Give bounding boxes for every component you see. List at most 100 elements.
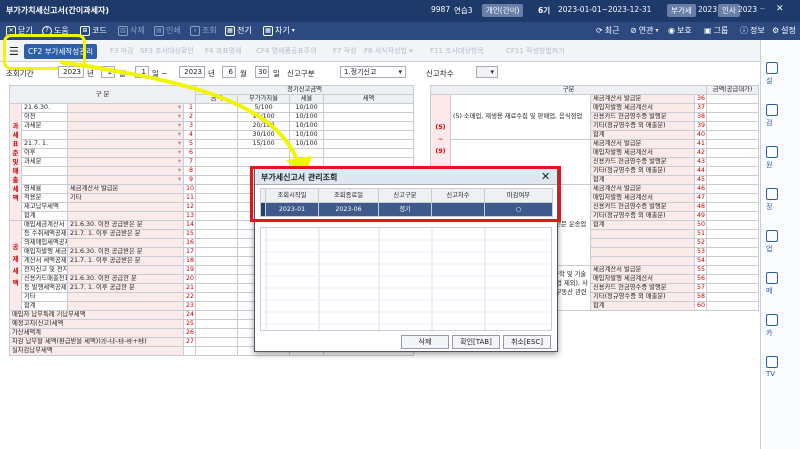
amount-cell[interactable]	[195, 211, 239, 221]
tax-cell[interactable]	[323, 112, 415, 122]
amount-cell[interactable]	[195, 193, 239, 203]
right-amount-cell[interactable]	[706, 202, 760, 212]
amount-cell[interactable]	[195, 283, 239, 293]
row-sub-label[interactable]: ▾	[67, 103, 184, 113]
right-amount-cell[interactable]	[706, 283, 760, 293]
report-type-select[interactable]: 1.정기신고 ▾	[340, 66, 406, 78]
right-amount-cell[interactable]	[706, 220, 760, 230]
right-amount-cell[interactable]	[706, 211, 760, 221]
amount-cell[interactable]	[195, 247, 239, 257]
right-amount-cell[interactable]	[706, 184, 760, 194]
row-sub-label[interactable]	[67, 202, 184, 212]
view-button[interactable]: ⌕ 조회	[190, 25, 217, 36]
row-sub-label[interactable]: 기타	[67, 193, 184, 203]
notice-button[interactable]: CF4 명세품공표주의	[256, 46, 317, 56]
sidebar-item[interactable]: 카	[766, 314, 798, 338]
row-sub-label[interactable]: 세금계산서 발급분	[67, 184, 184, 194]
row-sub-label[interactable]	[67, 301, 184, 311]
amount-cell[interactable]	[195, 130, 239, 140]
amount-cell[interactable]	[195, 121, 239, 131]
right-amount-cell[interactable]	[706, 193, 760, 203]
amount-cell[interactable]	[195, 310, 239, 320]
sidebar-item[interactable]: 정	[766, 188, 798, 212]
right-amount-cell[interactable]	[706, 121, 760, 131]
row-sub-label[interactable]: 21.6.30. 이전 공급받은 분	[67, 220, 184, 230]
print-button[interactable]: ▤ 인쇄	[154, 25, 181, 36]
next-button[interactable]: ▦ 차기 ▾	[263, 25, 295, 36]
amount-cell[interactable]	[195, 112, 239, 122]
audit-items-button[interactable]: F11 조사대상항목	[430, 46, 484, 56]
year-to-input[interactable]: 2023	[179, 66, 205, 78]
tax-cell[interactable]	[323, 121, 415, 131]
write-button[interactable]: F7 작성	[333, 46, 357, 56]
info-button[interactable]: ⓘ 정보	[740, 25, 765, 36]
amount-cell[interactable]	[195, 148, 239, 158]
right-amount-cell[interactable]	[706, 166, 760, 176]
amount-cell[interactable]	[195, 274, 239, 284]
right-amount-cell[interactable]	[706, 238, 760, 248]
tax-cell[interactable]	[323, 130, 415, 140]
sidebar-item[interactable]: TV	[766, 356, 798, 378]
row-sub-label[interactable]: ▾	[67, 130, 184, 140]
day-to-input[interactable]: 30	[255, 66, 269, 78]
sidebar-item[interactable]: 원	[766, 146, 798, 170]
row-sub-label[interactable]: ▾	[67, 166, 184, 176]
delete-button[interactable]: ▥ 삭제	[118, 25, 145, 36]
tax-cell[interactable]	[323, 103, 415, 113]
row-sub-label[interactable]: ▾	[67, 139, 184, 149]
group-button[interactable]: ▣ 그룹	[704, 25, 728, 36]
settings-button[interactable]: ⚙ 설정	[772, 25, 796, 36]
tax-base-button[interactable]: F4 과표명세	[205, 46, 241, 56]
amount-cell[interactable]	[195, 229, 239, 239]
close-period-button[interactable]: F3 마감	[110, 46, 134, 56]
right-amount-cell[interactable]	[706, 274, 760, 284]
sidebar-item[interactable]: 설	[766, 62, 798, 86]
amount-cell[interactable]	[195, 256, 239, 266]
amount-cell[interactable]	[195, 328, 239, 338]
amount-cell[interactable]	[195, 139, 239, 149]
year-from-input[interactable]: 2023	[58, 66, 84, 78]
amount-cell[interactable]	[195, 238, 239, 248]
amount-cell[interactable]	[195, 346, 239, 356]
amount-cell[interactable]	[195, 220, 239, 230]
prev-button[interactable]: ▦ 전기	[225, 25, 252, 36]
row-sub-label[interactable]	[67, 238, 184, 248]
amount-cell[interactable]	[195, 157, 239, 167]
code-button[interactable]: ⊞ 코드	[80, 25, 107, 36]
row-sub-label[interactable]: ▾	[67, 112, 184, 122]
amount-cell[interactable]	[195, 337, 239, 347]
audit-check-button[interactable]: SF3 조사대상확인	[140, 46, 194, 56]
month-from-input[interactable]: 1	[101, 66, 115, 78]
guide-toggle-button[interactable]: CF11 작성방법켜기	[506, 46, 565, 56]
row-sub-label[interactable]: 21.7. 1. 이후 공급한 분	[67, 283, 184, 293]
right-amount-cell[interactable]	[706, 139, 760, 149]
day-from-input[interactable]: 1	[135, 66, 149, 78]
row-sub-label[interactable]: ▾	[67, 157, 184, 167]
form-guide-button[interactable]: F8 서식작성법 ▾	[364, 46, 413, 56]
sidebar-item[interactable]: 업	[766, 230, 798, 254]
row-sub-label[interactable]: ▾	[67, 175, 184, 185]
amount-cell[interactable]	[195, 184, 239, 194]
minimize-icon[interactable]: ─	[760, 4, 765, 13]
protect-button[interactable]: ◉ 보호	[668, 25, 692, 36]
cancel-esc-button[interactable]: 취소[ESC]	[503, 335, 551, 349]
right-amount-cell[interactable]	[706, 292, 760, 302]
amount-cell[interactable]	[195, 301, 239, 311]
tax-cell[interactable]	[323, 139, 415, 149]
row-sub-label[interactable]: 21.6.30. 이전 공급받은 분	[67, 247, 184, 257]
window-close-icon[interactable]: ✕	[776, 4, 784, 14]
row-sub-label[interactable]	[67, 265, 184, 275]
ok-tab-button[interactable]: 확인[TAB]	[452, 335, 500, 349]
row-sub-label[interactable]	[67, 292, 184, 302]
recent-button[interactable]: ⟳ 최근	[596, 25, 619, 36]
row-sub-label[interactable]: ▾	[67, 121, 184, 131]
right-amount-cell[interactable]	[706, 130, 760, 140]
amount-cell[interactable]	[195, 265, 239, 275]
amount-cell[interactable]	[195, 166, 239, 176]
month-to-input[interactable]: 6	[222, 66, 236, 78]
right-amount-cell[interactable]	[706, 157, 760, 167]
link-button[interactable]: ⊘ 연관 ▾	[630, 25, 658, 36]
delete-dialog-button[interactable]: 삭제	[401, 335, 449, 349]
right-amount-cell[interactable]	[706, 94, 760, 104]
right-amount-cell[interactable]	[706, 112, 760, 122]
